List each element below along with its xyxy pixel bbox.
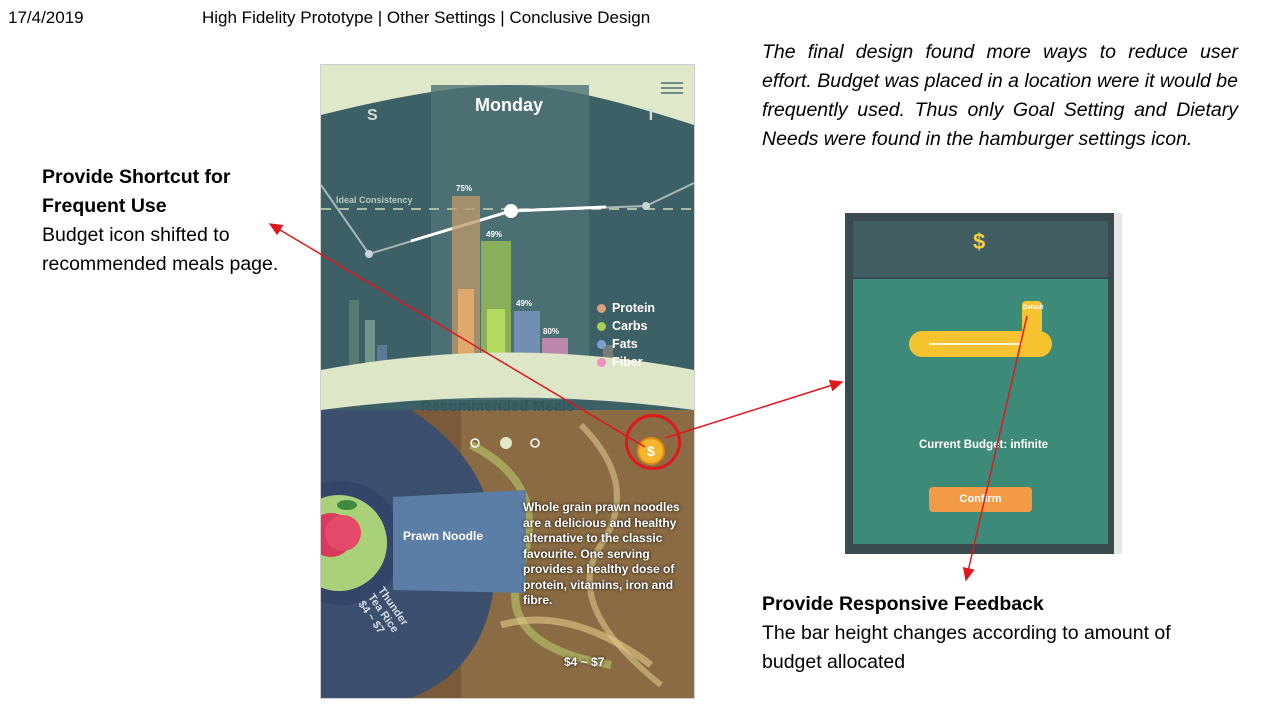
meal-price: $4 ~ $7 <box>564 655 605 669</box>
callout-shortcut: Provide Shortcut for Frequent Use Budget… <box>42 163 282 279</box>
meal-description: Whole grain prawn noodles are a deliciou… <box>523 500 680 607</box>
dollar-icon: $ <box>973 229 986 254</box>
day-current: Monday <box>475 95 544 115</box>
current-budget-text: Current Budget: infinite <box>919 439 1049 451</box>
legend-item-fiber: Fiber <box>597 353 655 371</box>
slider-default-label: Default <box>1023 305 1044 311</box>
popup-body: Default Current Budget: infinite Confirm <box>853 279 1108 544</box>
legend-item-fats: Fats <box>597 335 655 353</box>
legend-swatch <box>597 303 606 313</box>
callout-shortcut-body: Budget icon shifted to recommended meals… <box>42 224 279 275</box>
hamburger-menu-icon[interactable] <box>661 82 683 94</box>
percent-label: 80% <box>543 327 560 336</box>
percent-label: 49% <box>486 230 503 239</box>
callout-shortcut-heading: Provide Shortcut for Frequent Use <box>42 166 231 217</box>
percent-label: 75% <box>456 184 473 193</box>
callout-feedback: Provide Responsive Feedback The bar heig… <box>762 590 1182 677</box>
day-next[interactable]: T <box>646 107 656 125</box>
slider-line <box>929 343 1029 345</box>
recommended-meals-title: Recommended Meals <box>421 398 575 415</box>
meal-name-selected[interactable]: Prawn Noodle <box>403 529 483 543</box>
legend-item-carbs: Carbs <box>597 317 655 335</box>
slide-title: High Fidelity Prototype | Other Settings… <box>202 8 651 27</box>
budget-popup: $ Default Current Budget: infinite Confi… <box>845 213 1122 554</box>
slide-date: 17/4/2019 <box>8 8 84 27</box>
day-prev[interactable]: S <box>367 107 378 125</box>
popup-edge <box>1114 213 1122 554</box>
legend-swatch <box>597 321 606 331</box>
design-note: The final design found more ways to redu… <box>762 41 1238 150</box>
legend-swatch <box>597 339 606 349</box>
percent-label: 49% <box>516 299 533 308</box>
confirm-button[interactable]: Confirm <box>929 487 1032 512</box>
ideal-consistency-label: Ideal Consistency <box>336 195 413 205</box>
legend-item-protein: Protein <box>597 299 655 317</box>
legend-swatch <box>597 357 606 367</box>
callout-feedback-body: The bar height changes according to amou… <box>762 622 1171 673</box>
budget-dollar-icon[interactable]: $ <box>637 437 665 465</box>
callout-feedback-heading: Provide Responsive Feedback <box>762 593 1044 615</box>
nutrient-legend: Protein Carbs Fats Fiber <box>597 299 655 371</box>
phone-mockup: S Monday T Ideal Consistency 75% 49% 49%… <box>320 64 695 699</box>
